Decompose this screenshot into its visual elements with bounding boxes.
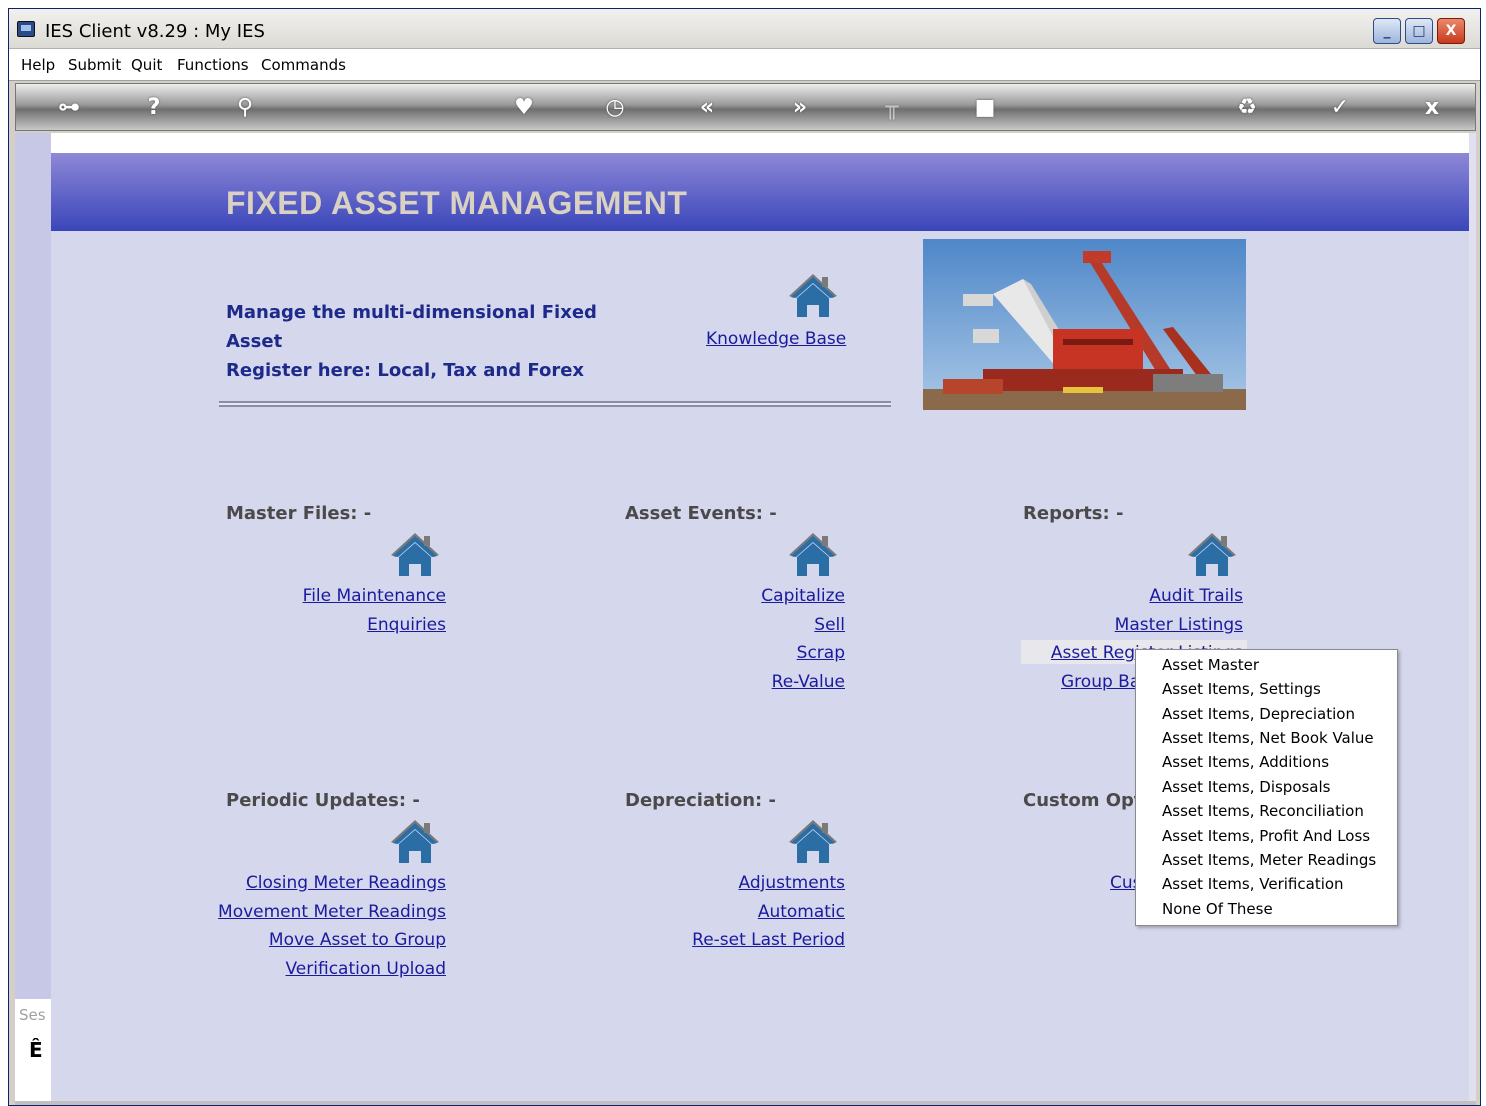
content-area: Ses Ê FIXED ASSET MANAGEMENT Manage the …	[15, 133, 1476, 1103]
menu-help[interactable]: Help	[21, 56, 55, 74]
page-title: FIXED ASSET MANAGEMENT	[226, 185, 688, 221]
master-listings-link[interactable]: Master Listings	[1115, 615, 1243, 635]
search-icon[interactable]: ⚲	[231, 94, 259, 122]
check-icon[interactable]: ✓	[1326, 94, 1354, 122]
menu-item-asset-items-meter-readings[interactable]: Asset Items, Meter Readings	[1162, 851, 1376, 869]
heart-icon[interactable]: ♥	[510, 94, 538, 122]
master-files-house-icon[interactable]	[387, 530, 443, 578]
re-value-link[interactable]: Re-Value	[772, 672, 845, 692]
app-icon	[17, 21, 35, 37]
session-icon: Ê	[29, 1038, 43, 1062]
automatic-link[interactable]: Automatic	[758, 902, 845, 922]
asset-register-listings-menu: Asset Master Asset Items, Settings Asset…	[1135, 649, 1398, 926]
menu-item-asset-items-profit-and-loss[interactable]: Asset Items, Profit And Loss	[1162, 827, 1370, 845]
clock-icon[interactable]: ◷	[601, 94, 629, 122]
depreciation-house-icon[interactable]	[785, 817, 841, 865]
forward-icon[interactable]: »	[786, 94, 814, 122]
menu-item-none-of-these[interactable]: None Of These	[1162, 900, 1273, 918]
group-bal-link[interactable]: Group Bal	[1061, 672, 1145, 692]
re-set-last-period-link[interactable]: Re-set Last Period	[692, 930, 845, 950]
menu-bar: Help Submit Quit Functions Commands	[9, 49, 1480, 81]
master-files-heading: Master Files: -	[226, 503, 372, 524]
capitalize-link[interactable]: Capitalize	[761, 586, 845, 606]
movement-meter-readings-link[interactable]: Movement Meter Readings	[218, 902, 446, 922]
audit-trails-link[interactable]: Audit Trails	[1149, 586, 1243, 606]
help-icon[interactable]: ?	[140, 94, 168, 122]
banner: FIXED ASSET MANAGEMENT	[51, 153, 1469, 231]
file-maintenance-link[interactable]: File Maintenance	[303, 586, 446, 606]
move-asset-to-group-link[interactable]: Move Asset to Group	[269, 930, 446, 950]
menu-submit[interactable]: Submit	[68, 56, 121, 74]
minimize-button[interactable]: _	[1373, 18, 1401, 44]
cranes-photo	[923, 239, 1246, 410]
intro-text: Manage the multi-dimensional Fixed Asset…	[226, 298, 646, 385]
menu-item-asset-items-net-book-value[interactable]: Asset Items, Net Book Value	[1162, 729, 1374, 747]
intro-line-2: Register here: Local, Tax and Forex	[226, 360, 585, 381]
knowledge-base-link[interactable]: Knowledge Base	[706, 329, 846, 349]
menu-item-asset-items-reconciliation[interactable]: Asset Items, Reconciliation	[1162, 802, 1364, 820]
maximize-button[interactable]: □	[1405, 18, 1433, 44]
asset-events-heading: Asset Events: -	[625, 503, 777, 524]
adjustments-link[interactable]: Adjustments	[739, 873, 845, 893]
periodic-updates-house-icon[interactable]	[387, 817, 443, 865]
session-label: Ses	[19, 1006, 46, 1024]
tool-icon[interactable]: ╥	[878, 94, 906, 122]
menu-commands[interactable]: Commands	[261, 56, 346, 74]
scrollbar[interactable]	[1469, 133, 1476, 1103]
menu-item-asset-items-settings[interactable]: Asset Items, Settings	[1162, 680, 1321, 698]
verification-upload-link[interactable]: Verification Upload	[286, 959, 447, 979]
divider	[219, 401, 891, 407]
main-panel: FIXED ASSET MANAGEMENT Manage the multi-…	[51, 153, 1469, 1103]
intro-line-1: Manage the multi-dimensional Fixed Asset	[226, 302, 597, 352]
title-bar[interactable]: IES Client v8.29 : My IES _ □ X	[9, 9, 1480, 49]
closing-meter-readings-link[interactable]: Closing Meter Readings	[246, 873, 446, 893]
menu-quit[interactable]: Quit	[131, 56, 162, 74]
scrap-link[interactable]: Scrap	[797, 643, 845, 663]
depreciation-heading: Depreciation: -	[625, 790, 776, 811]
enquiries-link[interactable]: Enquiries	[367, 615, 446, 635]
app-window: IES Client v8.29 : My IES _ □ X Help Sub…	[8, 8, 1481, 1106]
menu-item-asset-items-depreciation[interactable]: Asset Items, Depreciation	[1162, 705, 1355, 723]
recycle-icon[interactable]: ♻	[1233, 94, 1261, 122]
side-strip	[15, 133, 51, 1103]
close-window-button[interactable]: X	[1437, 18, 1465, 44]
menu-functions[interactable]: Functions	[177, 56, 249, 74]
toolbar: ⊶ ? ⚲ ♥ ◷ « » ╥ ■ ♻ ✓ x	[15, 83, 1476, 131]
rewind-icon[interactable]: «	[693, 94, 721, 122]
asset-events-house-icon[interactable]	[785, 530, 841, 578]
reports-heading: Reports: -	[1023, 503, 1124, 524]
window-title: IES Client v8.29 : My IES	[45, 21, 265, 42]
reports-house-icon[interactable]	[1184, 530, 1240, 578]
knowledge-base-house-icon[interactable]	[785, 271, 841, 319]
menu-item-asset-items-additions[interactable]: Asset Items, Additions	[1162, 753, 1329, 771]
sell-link[interactable]: Sell	[814, 615, 845, 635]
window-bottom-edge	[15, 1101, 1476, 1105]
periodic-updates-heading: Periodic Updates: -	[226, 790, 420, 811]
stop-icon[interactable]: ■	[971, 94, 999, 122]
close-icon[interactable]: x	[1418, 94, 1446, 122]
key-icon[interactable]: ⊶	[46, 94, 92, 122]
menu-item-asset-items-disposals[interactable]: Asset Items, Disposals	[1162, 778, 1331, 796]
menu-item-asset-master[interactable]: Asset Master	[1162, 656, 1259, 674]
menu-item-asset-items-verification[interactable]: Asset Items, Verification	[1162, 875, 1344, 893]
